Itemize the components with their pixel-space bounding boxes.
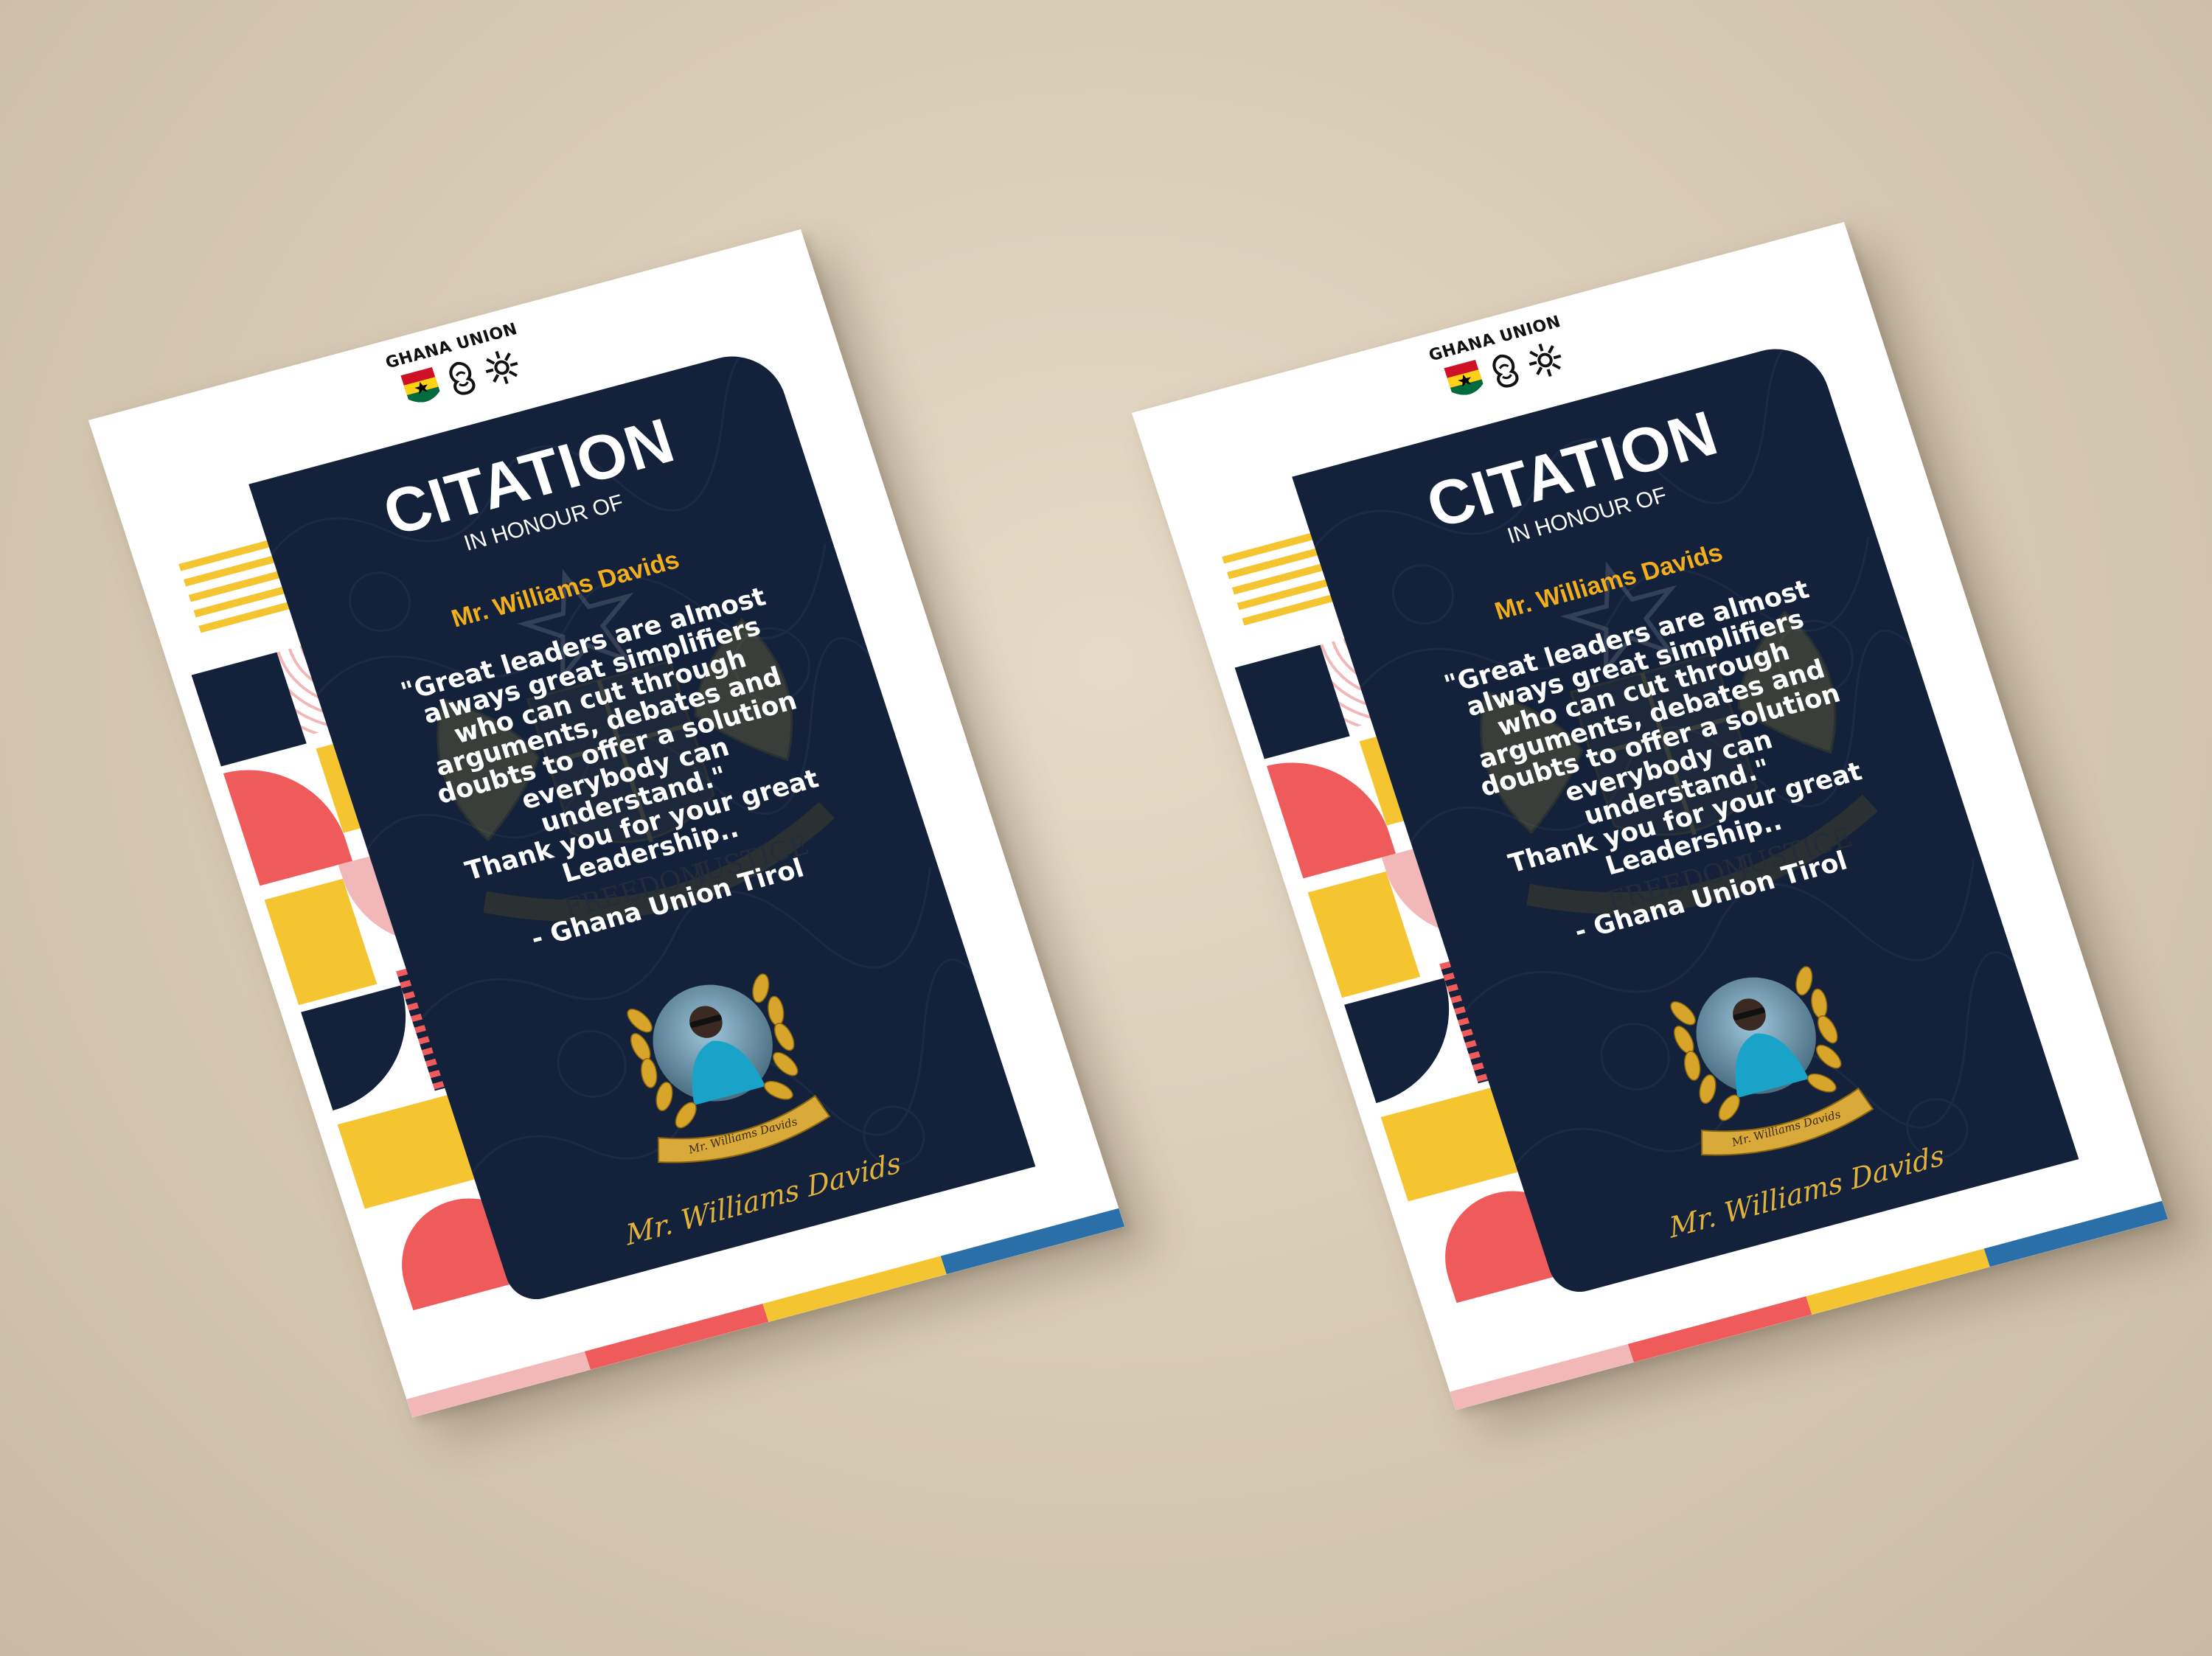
- ghana-flag-shield-icon: [400, 366, 440, 403]
- gye-nyame-icon: [449, 361, 476, 395]
- citation-flyer-right: GHANA UNION FREEDOM JUSTICE CITATION IN …: [1132, 222, 2168, 1410]
- citation-flyer-left: GHANA UNION FREEDOM JUSTICE CITATION IN …: [88, 229, 1125, 1418]
- ghana-flag-shield-icon: [1444, 359, 1484, 395]
- adinkra-symbol-icon: [1528, 344, 1562, 377]
- adinkra-symbol-icon: [485, 351, 518, 384]
- flyer-sheet: GHANA UNION FREEDOM JUSTICE CITATION IN …: [88, 229, 1125, 1418]
- flyer-sheet: GHANA UNION FREEDOM JUSTICE CITATION IN …: [1132, 222, 2168, 1410]
- gye-nyame-icon: [1492, 354, 1519, 388]
